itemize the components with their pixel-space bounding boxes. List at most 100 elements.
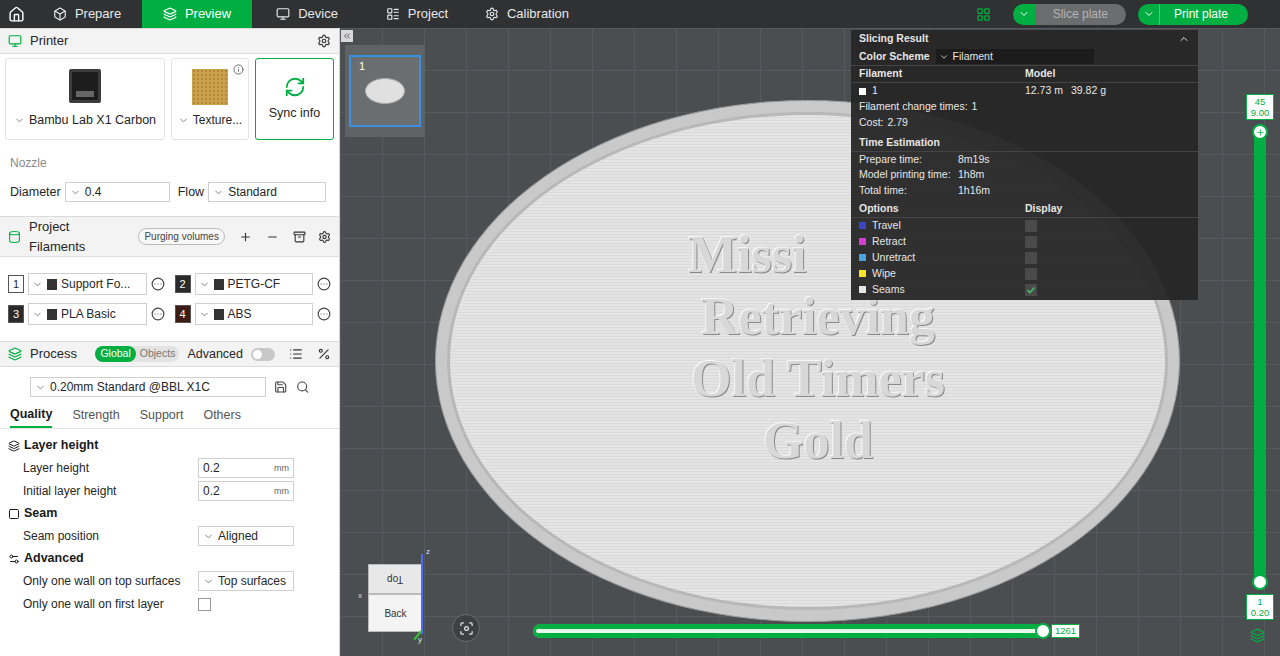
layer-slider[interactable]: 459.0010.20 <box>1245 94 1275 620</box>
bottom-layer-label: 10.20 <box>1246 594 1274 620</box>
save-icon[interactable] <box>274 380 287 394</box>
setting-row: Initial layer height0.2mm <box>8 480 331 503</box>
filament-index[interactable]: 1 <box>8 275 24 293</box>
setting-checkbox[interactable] <box>198 598 211 611</box>
main-tab[interactable]: Calibration <box>472 0 582 28</box>
chevron-icon <box>199 309 210 320</box>
print-plate-button[interactable]: Print plate <box>1138 4 1248 25</box>
scope-toggle[interactable]: GlobalObjects <box>95 346 179 362</box>
lower-handle[interactable] <box>1252 574 1268 590</box>
purging-volumes-button[interactable]: Purging volumes <box>138 228 224 245</box>
slice-plate-button[interactable]: Slice plate <box>1013 4 1126 25</box>
scope-option[interactable]: Global <box>95 346 135 362</box>
process-tab[interactable]: Support <box>140 406 184 428</box>
filaments-header: Project FilamentsPurging volumes <box>0 216 339 257</box>
edit-icon[interactable] <box>317 307 331 321</box>
display-checkbox[interactable] <box>1025 220 1037 232</box>
info-icon[interactable] <box>233 64 244 75</box>
move-handle[interactable] <box>1035 623 1051 639</box>
edit-icon[interactable] <box>317 277 331 291</box>
layer-fill <box>1254 124 1266 590</box>
sync-info-button[interactable]: Sync info <box>255 58 334 140</box>
filament-index[interactable]: 4 <box>175 305 191 323</box>
main-tab[interactable]: Project <box>362 0 472 28</box>
chevron-icon <box>203 576 214 587</box>
filament-select[interactable]: Support Fo... <box>28 273 147 295</box>
import-icon[interactable] <box>293 230 306 244</box>
plate-thumbnail[interactable]: 1 <box>345 45 425 137</box>
gear-icon[interactable] <box>318 230 331 244</box>
chevron-icon <box>203 531 214 542</box>
flow-select[interactable]: Standard <box>208 182 326 202</box>
layout-icon[interactable] <box>976 7 991 22</box>
filament-type-icon <box>47 279 57 290</box>
chevron-icon <box>70 187 81 198</box>
legend-toggle-button[interactable] <box>1248 626 1266 644</box>
setting-select[interactable]: Aligned <box>198 526 294 546</box>
collapse-sidebar-button[interactable] <box>341 30 353 42</box>
home-button[interactable] <box>0 0 32 28</box>
home-icon <box>8 6 25 23</box>
process-tab[interactable]: Quality <box>10 405 52 428</box>
gear-icon[interactable] <box>317 34 331 48</box>
axis-label: y <box>418 634 422 646</box>
main-tab[interactable]: Prepare <box>32 0 142 28</box>
process-preset-select[interactable]: 0.20mm Standard @BBL X1C <box>30 377 266 397</box>
filament-usage-row: 112.73 m39.82 g <box>851 83 1198 99</box>
display-checkbox[interactable] <box>1025 284 1037 296</box>
edit-icon[interactable] <box>151 277 165 291</box>
display-checkbox[interactable] <box>1025 236 1037 248</box>
option-row: Travel <box>851 218 1198 234</box>
model-text-line: Old Timers <box>691 348 945 410</box>
list-icon[interactable] <box>289 347 303 361</box>
printer-image-icon <box>69 69 101 103</box>
view-cube[interactable]: TopBackzyx <box>360 550 435 645</box>
fit-view-button[interactable] <box>452 614 480 642</box>
main-tab[interactable]: Device <box>252 0 362 28</box>
main-tab[interactable]: Preview <box>142 0 252 28</box>
display-checkbox[interactable] <box>1025 252 1037 264</box>
setting-input[interactable]: 0.2mm <box>198 458 294 478</box>
axis-label: z <box>426 546 430 558</box>
section-icon <box>8 440 20 452</box>
plus-icon <box>1256 128 1265 137</box>
search-icon[interactable] <box>296 380 309 394</box>
cube-top-face[interactable]: Top <box>368 564 423 594</box>
filament-item: 1Support Fo... <box>8 273 165 295</box>
filament-select[interactable]: ABS <box>195 303 314 325</box>
diameter-label: Diameter <box>10 183 61 202</box>
process-tab[interactable]: Strength <box>72 406 119 428</box>
add-icon[interactable] <box>239 230 252 244</box>
filament-select[interactable]: PETG-CF <box>195 273 314 295</box>
settings-section: SeamSeam positionAligned <box>8 503 331 548</box>
chevron-icon <box>939 52 949 62</box>
option-color-swatch <box>859 222 866 229</box>
move-slider[interactable]: 1261 <box>533 624 1080 638</box>
edit-icon[interactable] <box>151 307 165 321</box>
display-checkbox[interactable] <box>1025 268 1037 280</box>
filament-index[interactable]: 2 <box>175 275 191 293</box>
time-row: Model printing time:1h8m <box>851 167 1198 183</box>
filament-select[interactable]: PLA Basic <box>28 303 147 325</box>
setting-select[interactable]: Top surfaces <box>198 571 294 591</box>
diameter-select[interactable]: 0.4 <box>65 182 170 202</box>
process-tab[interactable]: Others <box>203 406 241 428</box>
plate-card[interactable]: Texture... <box>171 58 249 140</box>
setting-row: Only one wall on top surfacesTop surface… <box>8 570 331 593</box>
preview-canvas[interactable]: 1MissiRetrievingOld TimersGoldSlicing Re… <box>340 28 1280 656</box>
percent-icon[interactable] <box>317 347 331 361</box>
filament-index[interactable]: 3 <box>8 305 24 323</box>
remove-icon[interactable] <box>266 230 279 244</box>
layers-icon <box>1250 628 1265 643</box>
tab-icon <box>53 7 67 21</box>
scope-option[interactable]: Objects <box>136 346 180 362</box>
advanced-switch[interactable] <box>251 348 275 361</box>
slicing-result-panel: Slicing ResultColor SchemeFilamentFilame… <box>851 30 1198 300</box>
printer-card[interactable]: Bambu Lab X1 Carbon <box>5 58 165 140</box>
setting-input[interactable]: 0.2mm <box>198 481 294 501</box>
upper-handle[interactable] <box>1252 124 1268 140</box>
cube-back-face[interactable]: Back <box>368 594 423 632</box>
collapse-icon[interactable] <box>1178 33 1190 45</box>
tab-icon <box>163 7 177 21</box>
color-scheme-select[interactable]: Filament <box>936 49 1094 65</box>
